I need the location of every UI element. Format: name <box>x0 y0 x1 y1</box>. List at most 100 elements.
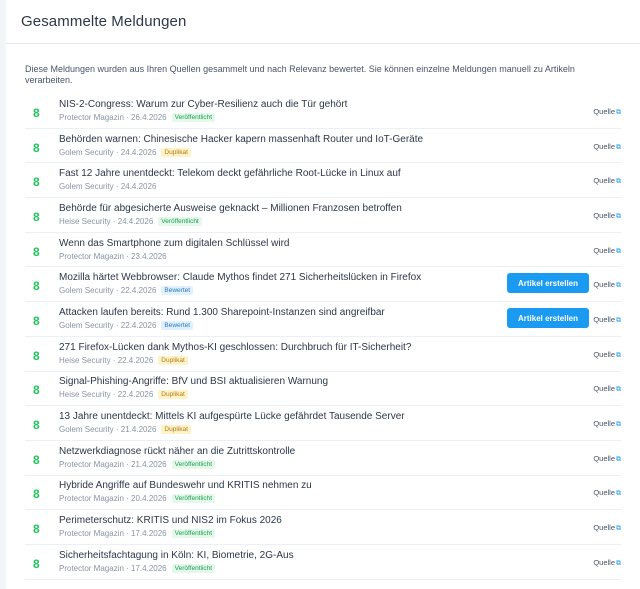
item-body: Perimeterschutz: KRITIS und NIS2 im Foku… <box>59 515 591 539</box>
item-title: Behörde für abgesicherte Ausweise geknac… <box>59 202 402 214</box>
item-title: Fast 12 Jahre unentdeckt: Telekom deckt … <box>59 168 401 180</box>
item-source: Heise Security <box>59 355 111 365</box>
item-title: NIS-2-Congress: Warum zur Cyber-Resilien… <box>59 98 348 110</box>
relevance-score: 8 <box>33 348 40 363</box>
item-meta: Protector Magazin · 17.4.2026 Veröffentli… <box>59 563 591 574</box>
external-link-icon: ⧉ <box>616 490 621 498</box>
list-item: 8 Behörde für abgesicherte Ausweise gekna… <box>25 198 621 233</box>
meta-separator: · <box>113 425 121 435</box>
source-link[interactable]: Quelle⧉ <box>591 142 621 152</box>
item-source: Golem Security <box>59 320 114 330</box>
status-badge: Veröffentlicht <box>171 529 216 539</box>
external-link-icon: ⧉ <box>616 247 621 255</box>
source-link[interactable]: Quelle⧉ <box>591 211 621 221</box>
list-item: 8 Behörden warnen: Chinesische Hacker kap… <box>25 129 621 164</box>
intro-text: Diese Meldungen wurden aus Ihren Quellen… <box>25 64 575 85</box>
status-badge: Veröffentlicht <box>171 563 216 573</box>
item-source: Protector Magazin <box>59 459 124 469</box>
create-article-button[interactable]: Artikel erstellen <box>507 308 589 329</box>
external-link-icon: ⧉ <box>616 525 621 533</box>
source-link[interactable]: Quelle⧉ <box>591 454 621 464</box>
source-link[interactable]: Quelle⧉ <box>591 350 621 360</box>
item-title: Signal-Phishing-Angriffe: BfV und BSI ak… <box>59 376 329 388</box>
item-source: Protector Magazin <box>59 563 124 573</box>
source-link[interactable]: Quelle⧉ <box>591 419 621 429</box>
item-body: Behörde für abgesicherte Ausweise geknac… <box>59 203 591 227</box>
status-badge: Veröffentlicht <box>171 494 216 504</box>
relevance-score: 8 <box>33 383 40 398</box>
item-date: 22.4.2026 <box>120 320 157 330</box>
item-source: Golem Security <box>59 425 114 435</box>
list-item: 8 Netzwerkdiagnose rückt näher an die Zut… <box>25 441 621 476</box>
item-title: 13 Jahre unentdeckt: Mittels KI aufgespü… <box>59 411 405 423</box>
source-link[interactable]: Quelle⧉ <box>591 523 621 533</box>
status-badge: Bewertet <box>161 320 194 330</box>
list-item: 8 Signal-Phishing-Angriffe: BfV und BSI a… <box>25 372 621 407</box>
item-source: Golem Security <box>59 182 114 192</box>
relevance-score: 8 <box>33 105 40 120</box>
item-meta: Golem Security · 21.4.2026 Duplikat <box>59 424 591 435</box>
item-meta: Protector Magazin · 20.4.2026 Veröffentli… <box>59 493 591 504</box>
page-title: Gesammelte Meldungen <box>21 13 187 30</box>
source-link[interactable]: Quelle⧉ <box>591 176 621 186</box>
item-meta: Heise Security · 22.4.2026 Duplikat <box>59 389 591 400</box>
create-article-button[interactable]: Artikel erstellen <box>507 273 589 294</box>
source-link-label: Quelle <box>593 210 615 220</box>
item-date: 22.4.2026 <box>117 390 154 400</box>
source-link[interactable]: Quelle⧉ <box>591 488 621 498</box>
meta-separator: · <box>123 251 132 261</box>
item-body: Sicherheitsfachtagung in Köln: KI, Biome… <box>59 550 591 574</box>
item-date: 17.4.2026 <box>131 529 167 539</box>
source-link[interactable]: Quelle⧉ <box>591 315 621 325</box>
item-title: Wenn das Smartphone zum digitalen Schlüs… <box>59 237 290 249</box>
source-link-label: Quelle <box>593 176 615 186</box>
source-link[interactable]: Quelle⧉ <box>591 107 621 117</box>
item-title: 271 Firefox-Lücken dank Mythos-KI geschl… <box>59 341 412 353</box>
status-badge: Duplikat <box>158 355 188 365</box>
item-body: Signal-Phishing-Angriffe: BfV und BSI ak… <box>59 376 591 400</box>
list-item: 8 13 Jahre unentdeckt: Mittels KI aufgesp… <box>25 406 621 441</box>
item-body: Hybride Angriffe auf Bundeswehr und KRIT… <box>59 480 591 504</box>
source-link-label: Quelle <box>593 314 615 324</box>
item-body: Wenn das Smartphone zum digitalen Schlüs… <box>59 238 591 262</box>
external-link-icon: ⧉ <box>616 143 621 151</box>
relevance-score: 8 <box>33 140 40 155</box>
external-link-icon: ⧉ <box>616 282 621 290</box>
status-badge: Duplikat <box>161 425 191 435</box>
item-source: Protector Magazin <box>59 251 124 261</box>
item-body: Netzwerkdiagnose rückt näher an die Zutr… <box>59 446 591 470</box>
item-date: 26.4.2026 <box>131 112 167 122</box>
item-body: NIS-2-Congress: Warum zur Cyber-Resilien… <box>59 99 591 123</box>
meta-separator: · <box>123 459 132 469</box>
relevance-score: 8 <box>33 244 40 259</box>
item-body: Behörden warnen: Chinesische Hacker kape… <box>59 134 591 158</box>
list-item: 8 Wenn das Smartphone zum digitalen Schlü… <box>25 233 621 268</box>
meta-separator: · <box>123 529 132 539</box>
item-meta: Protector Magazin · 21.4.2026 Veröffentli… <box>59 459 591 470</box>
item-meta: Heise Security · 22.4.2026 Duplikat <box>59 355 591 366</box>
item-source: Protector Magazin <box>59 529 124 539</box>
list-item: 8 Hybride Angriffe auf Bundeswehr und KRI… <box>25 476 621 511</box>
item-source: Golem Security <box>59 147 114 157</box>
item-source: Heise Security <box>59 390 111 400</box>
meta-separator: · <box>123 563 132 573</box>
source-link-label: Quelle <box>593 523 615 533</box>
meta-separator: · <box>113 182 121 192</box>
relevance-score: 8 <box>33 418 40 433</box>
source-link[interactable]: Quelle⧉ <box>591 558 621 568</box>
list-item: 8 Mozilla härtet Webbrowser: Claude Mytho… <box>25 267 621 303</box>
list-item: 8 Attacken laufen bereits: Rund 1.300 Sha… <box>25 302 621 337</box>
item-date: 22.4.2026 <box>120 286 157 296</box>
item-title: Perimeterschutz: KRITIS und NIS2 im Foku… <box>59 515 282 527</box>
meta-separator: · <box>113 147 121 157</box>
external-link-icon: ⧉ <box>616 351 621 359</box>
external-link-icon: ⧉ <box>616 455 621 463</box>
item-date: 22.4.2026 <box>117 355 154 365</box>
source-link[interactable]: Quelle⧉ <box>591 280 621 290</box>
source-link[interactable]: Quelle⧉ <box>591 246 621 256</box>
external-link-icon: ⧉ <box>616 178 621 186</box>
list-item: 8 Sicherheitsfachtagung in Köln: KI, Biom… <box>25 545 621 580</box>
source-link[interactable]: Quelle⧉ <box>591 384 621 394</box>
item-body: Fast 12 Jahre unentdeckt: Telekom deckt … <box>59 168 591 192</box>
news-list: 8 NIS-2-Congress: Warum zur Cyber-Resilie… <box>25 94 621 580</box>
